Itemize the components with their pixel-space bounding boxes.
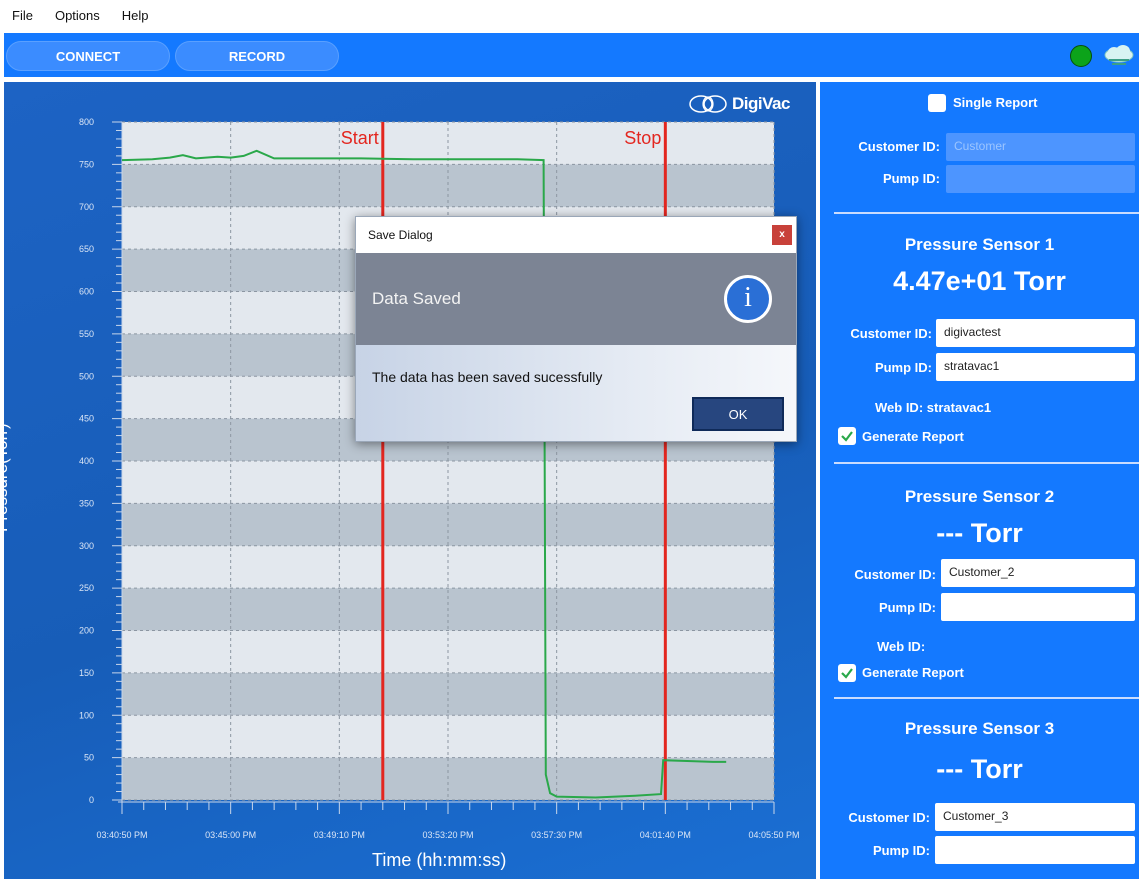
x-axis-title: Time (hh:mm:ss): [372, 850, 507, 870]
sensor-2-pump-id-field[interactable]: [941, 593, 1135, 621]
y-tick-label: 750: [79, 159, 94, 169]
divider: [834, 212, 1139, 214]
y-tick-label: 50: [84, 753, 94, 763]
y-tick-label: 100: [79, 710, 94, 720]
menu-options[interactable]: Options: [44, 8, 111, 23]
y-tick-label: 350: [79, 498, 94, 508]
sensor-2-generate-report-label: Generate Report: [862, 665, 964, 680]
y-tick-label: 250: [79, 583, 94, 593]
dialog-heading: Data Saved: [372, 289, 461, 308]
connection-status-indicator: [1070, 45, 1092, 67]
dialog-body: The data has been saved sucessfully OK: [356, 345, 796, 441]
divider: [834, 462, 1139, 464]
sensor-2-customer-id-label: Customer ID:: [854, 567, 936, 582]
dialog-header: Data Saved i: [356, 253, 796, 345]
pressure-chart[interactable]: 0 50 100 150 200 250 300 350 400 450 500 550 600 650 7…: [4, 82, 816, 879]
single-report-label: Single Report: [953, 95, 1038, 110]
divider: [834, 697, 1139, 699]
y-axis-title: Pressure(Torr): [0, 423, 11, 532]
sensor-1-title: Pressure Sensor 1: [904, 235, 1055, 254]
sensor-2-web-id-caption: Web ID:: [877, 639, 926, 654]
x-tick-label: 04:01:40 PM: [640, 830, 691, 840]
sensor-2-web-id-label: Web ID:: [877, 639, 925, 654]
y-tick-label: 550: [79, 329, 94, 339]
close-button[interactable]: x: [772, 225, 792, 245]
sensor-1-value: 4.47e+01 Torr: [893, 266, 1066, 296]
y-tick-label: 700: [79, 202, 94, 212]
record-button[interactable]: RECORD: [175, 41, 339, 71]
menu-bar: File Options Help: [0, 0, 1139, 30]
cloud-icon[interactable]: [1101, 43, 1137, 69]
info-icon: i: [724, 275, 772, 323]
report-customer-id-field[interactable]: Customer: [946, 133, 1135, 161]
sensor-1-pump-id-label: Pump ID:: [874, 360, 932, 375]
dialog-titlebar: Save Dialog x: [356, 217, 796, 253]
sensor-2-generate-report-checkbox[interactable]: [838, 664, 856, 682]
sensor-2-value: --- Torr: [936, 518, 1023, 548]
checkmark-icon: [841, 668, 853, 679]
dialog-title: Save Dialog: [368, 228, 433, 242]
x-tick-label: 03:57:30 PM: [531, 830, 582, 840]
menu-help[interactable]: Help: [111, 8, 160, 23]
y-tick-label: 150: [79, 668, 94, 678]
x-tick-label: 03:45:00 PM: [205, 830, 256, 840]
x-tick-label: 03:49:10 PM: [314, 830, 365, 840]
y-tick-label: 450: [79, 414, 94, 424]
sensor-3-customer-id-label: Customer ID:: [848, 810, 930, 825]
sensor-3-pump-id-label: Pump ID:: [872, 843, 930, 858]
y-tick-label: 200: [79, 626, 94, 636]
checkmark-icon: [841, 431, 853, 442]
sensor-3-customer-id-field[interactable]: Customer_3: [935, 803, 1135, 831]
sensor-3-pump-id-field[interactable]: [935, 836, 1135, 864]
x-tick-label: 03:40:50 PM: [96, 830, 147, 840]
sensor-1-customer-id-field[interactable]: digivactest: [936, 319, 1135, 347]
marker-label-start: Start: [341, 128, 379, 148]
chart-panel: DigiVac 0 50 100 150 200 250 300 350 400 450 500 55…: [0, 82, 816, 879]
y-tick-label: 300: [79, 541, 94, 551]
sensor-1-web-id-value: stratavac1: [926, 400, 992, 415]
save-dialog: Save Dialog x Data Saved i The data has …: [355, 216, 797, 442]
y-tick-label: 600: [79, 287, 94, 297]
sensor-1-generate-report-checkbox[interactable]: [838, 427, 856, 445]
sensor-2-title: Pressure Sensor 2: [904, 487, 1055, 506]
report-customer-id-label: Customer ID:: [858, 139, 940, 154]
right-panel: Single Report Customer ID: Customer Pump…: [820, 82, 1139, 879]
dialog-message: The data has been saved sucessfully: [372, 369, 603, 385]
menu-file[interactable]: File: [0, 8, 44, 23]
connect-button[interactable]: CONNECT: [6, 41, 170, 71]
toolbar: CONNECT RECORD: [4, 33, 1139, 77]
y-tick-label: 400: [79, 456, 94, 466]
sensor-3-title: Pressure Sensor 3: [904, 719, 1055, 738]
sensor-1-web-id-caption: Web ID:: [875, 400, 924, 415]
sensor-1-generate-report-label: Generate Report: [862, 429, 964, 444]
y-tick-label: 650: [79, 244, 94, 254]
y-tick-label: 500: [79, 371, 94, 381]
x-tick-label: 04:05:50 PM: [748, 830, 799, 840]
sensor-1-pump-id-field[interactable]: stratavac1: [936, 353, 1135, 381]
sensor-2-pump-id-label: Pump ID:: [878, 600, 936, 615]
sensor-1-web-id-label: Web ID: stratavac1: [875, 400, 991, 415]
marker-label-stop: Stop: [624, 128, 661, 148]
ok-button[interactable]: OK: [692, 397, 784, 431]
single-report-checkbox[interactable]: [928, 94, 946, 112]
sensor-3-value: --- Torr: [936, 754, 1023, 784]
x-tick-label: 03:53:20 PM: [422, 830, 473, 840]
report-pump-id-label: Pump ID:: [882, 171, 940, 186]
report-pump-id-field[interactable]: [946, 165, 1135, 193]
y-tick-label: 0: [89, 795, 94, 805]
sensor-2-customer-id-field[interactable]: Customer_2: [941, 559, 1135, 587]
y-tick-label: 800: [79, 117, 94, 127]
sensor-1-customer-id-label: Customer ID:: [850, 326, 932, 341]
